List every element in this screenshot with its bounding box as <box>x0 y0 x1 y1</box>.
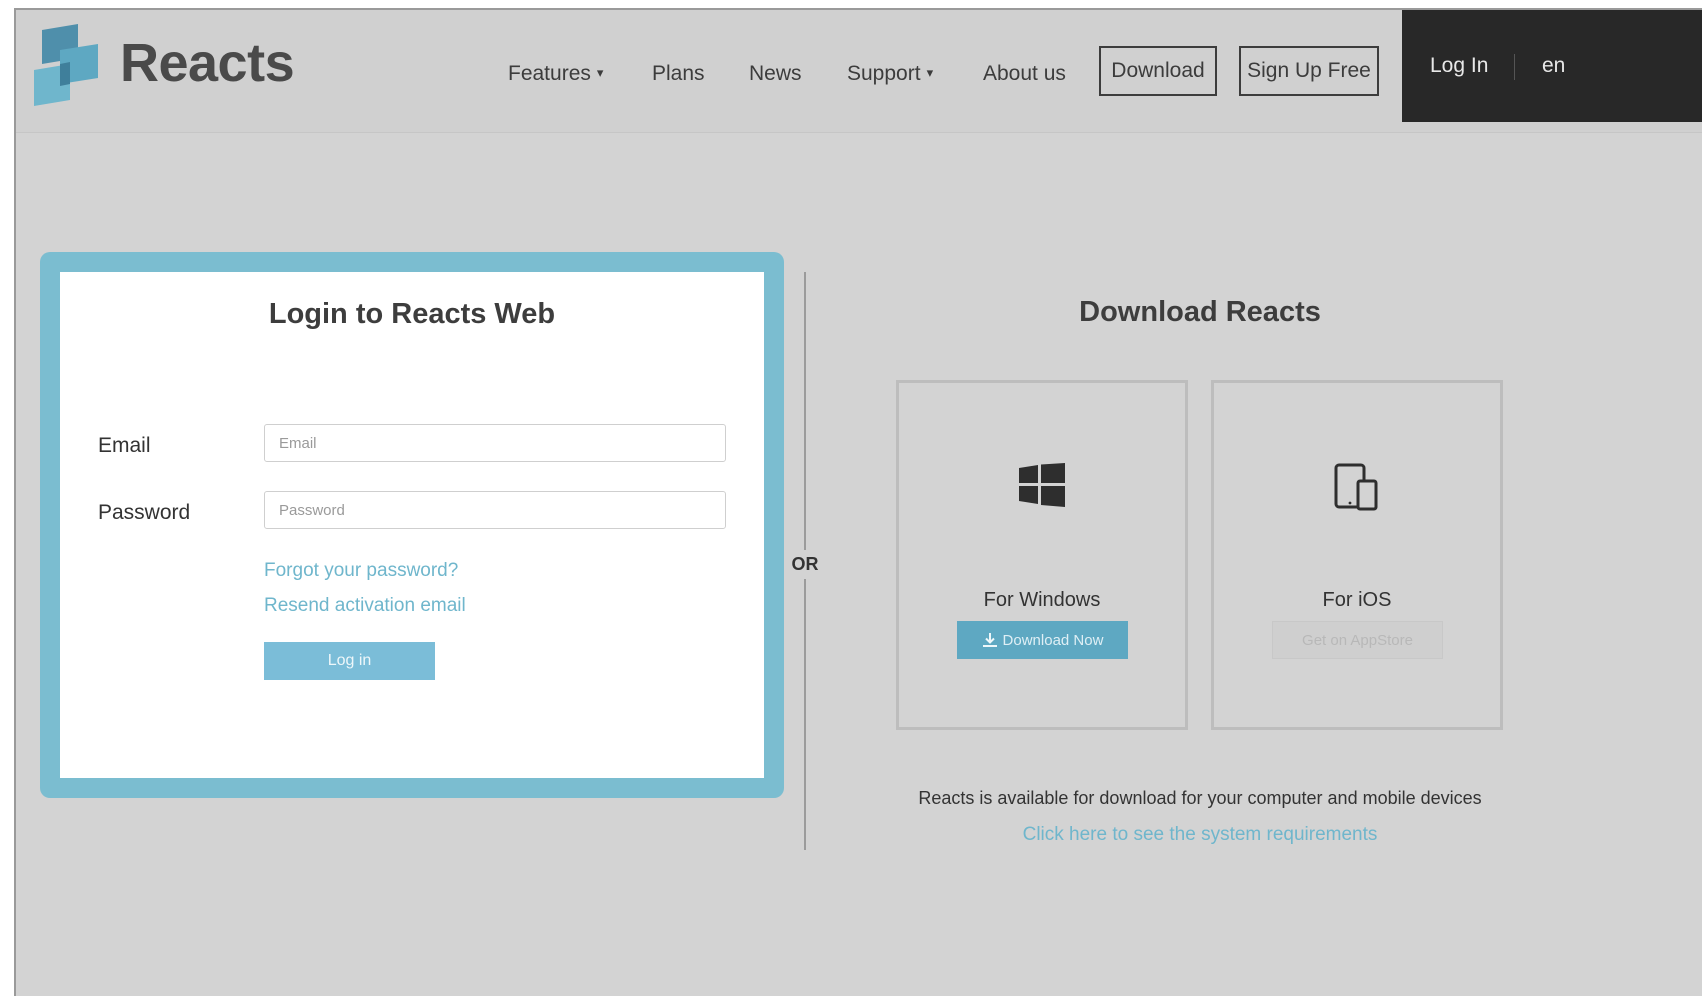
nav-news[interactable]: News <box>749 62 802 86</box>
account-bar: Log In en <box>1402 10 1702 122</box>
download-icon <box>982 633 997 647</box>
language-selector[interactable]: en <box>1542 54 1565 78</box>
sign-up-free-button[interactable]: Sign Up Free <box>1239 46 1379 96</box>
site-header: Reacts Features ▾ Plans News Support ▾ Abo… <box>16 10 1702 133</box>
or-separator: OR <box>786 550 824 579</box>
forgot-password-link[interactable]: Forgot your password? <box>264 560 458 582</box>
login-card: Login to Reacts Web Email Password Forgo… <box>40 252 784 798</box>
nav-features-label: Features <box>508 62 591 85</box>
log-in-link[interactable]: Log In <box>1430 54 1488 78</box>
reacts-logo-icon[interactable] <box>34 24 104 106</box>
resend-activation-link[interactable]: Resend activation email <box>264 595 466 617</box>
windows-icon <box>1019 463 1065 507</box>
nav-plans[interactable]: Plans <box>652 62 705 86</box>
download-button[interactable]: Download <box>1099 46 1217 96</box>
login-title: Login to Reacts Web <box>268 298 556 330</box>
download-title: Download Reacts <box>1079 296 1321 328</box>
email-input[interactable] <box>264 424 726 462</box>
password-input[interactable] <box>264 491 726 529</box>
chevron-down-icon: ▾ <box>596 65 604 80</box>
login-form: Login to Reacts Web Email Password Forgo… <box>60 272 764 778</box>
brand-name[interactable]: Reacts <box>120 32 295 94</box>
system-requirements-link[interactable]: Click here to see the system requirement… <box>896 824 1504 846</box>
nav-support-label: Support <box>847 62 921 85</box>
ios-label: For iOS <box>1322 589 1392 611</box>
windows-card: For Windows Download Now <box>896 380 1188 730</box>
nav-support[interactable]: Support ▾ <box>847 62 933 86</box>
password-label: Password <box>98 501 191 524</box>
windows-label: For Windows <box>983 589 1101 611</box>
ios-card: For iOS Get on AppStore <box>1211 380 1503 730</box>
chevron-down-icon: ▾ <box>926 65 934 80</box>
email-label: Email <box>98 434 151 457</box>
devices-icon <box>1334 463 1378 511</box>
browser-frame: Reacts Features ▾ Plans News Support ▾ Abo… <box>14 8 1702 996</box>
download-now-label: Download Now <box>1002 631 1104 649</box>
nav-features[interactable]: Features ▾ <box>508 62 603 86</box>
log-in-button[interactable]: Log in <box>264 642 435 680</box>
nav-about-us[interactable]: About us <box>983 62 1066 86</box>
divider <box>1514 54 1515 80</box>
availability-text: Reacts is available for download for you… <box>918 788 1482 808</box>
get-on-appstore-button[interactable]: Get on AppStore <box>1272 621 1443 659</box>
download-now-button[interactable]: Download Now <box>957 621 1128 659</box>
